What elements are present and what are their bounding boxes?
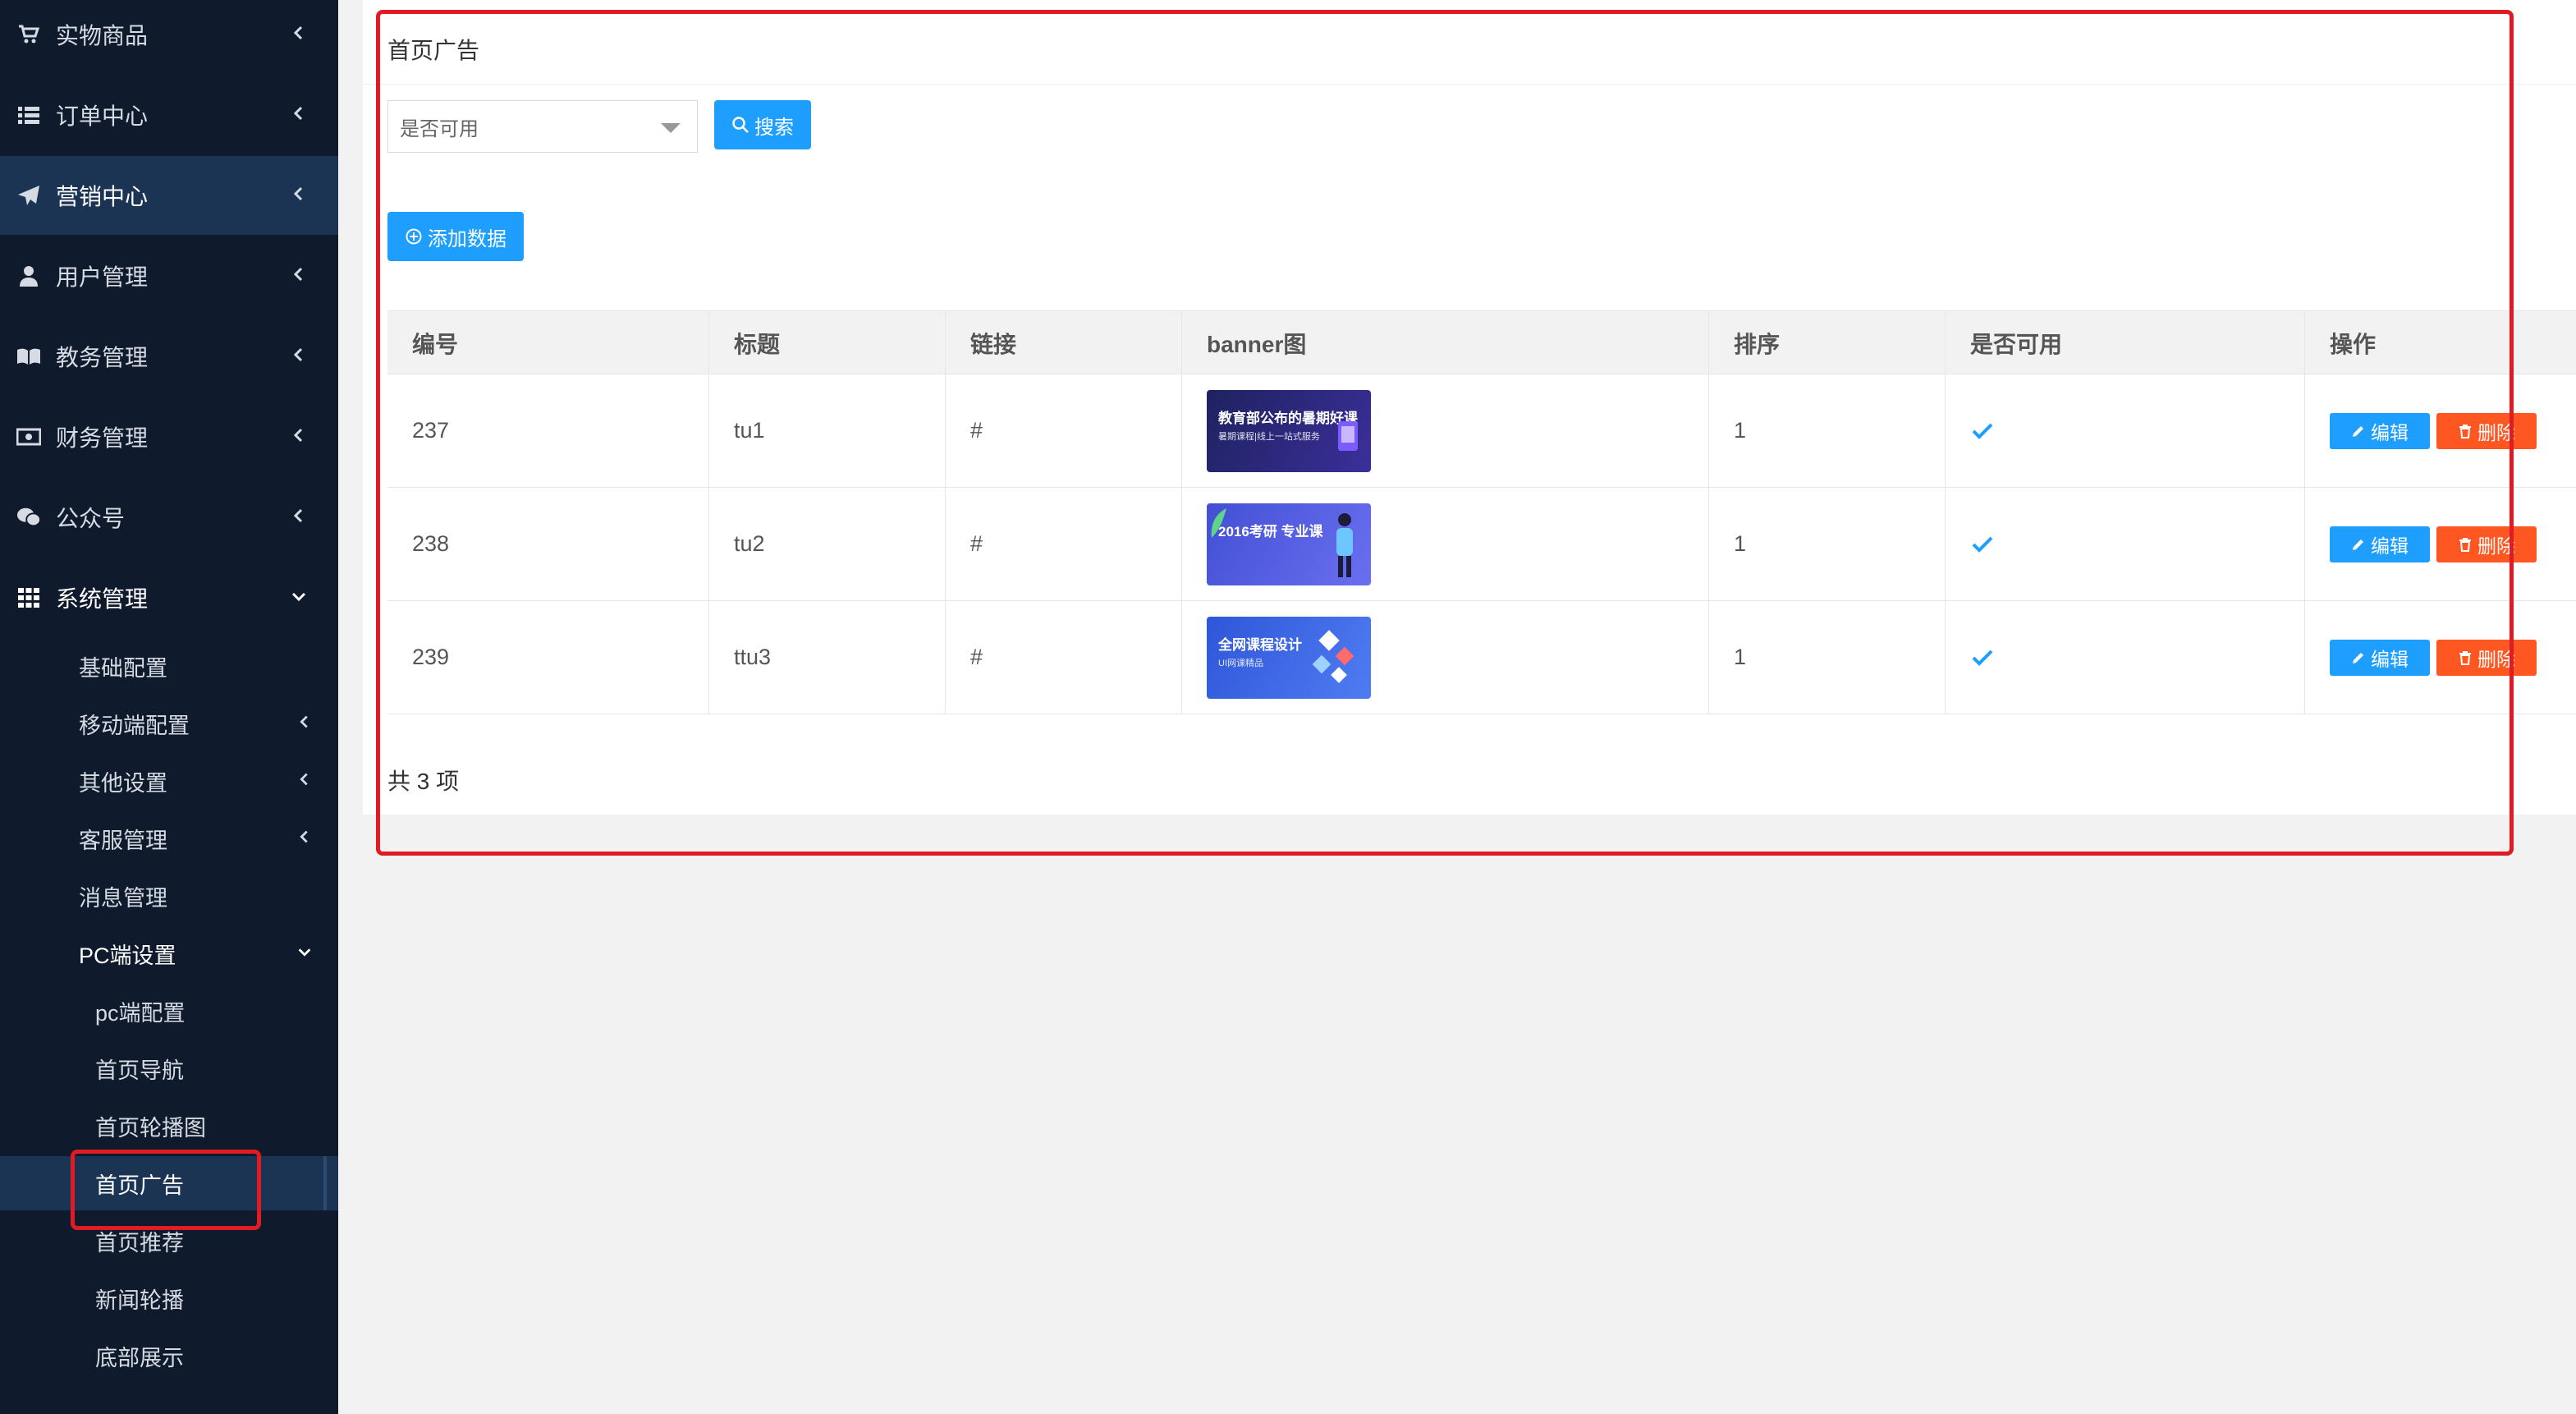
chevron-left-icon (293, 186, 303, 201)
menu-item-finance[interactable]: 财务管理 (0, 397, 338, 476)
highlight-box-sidebar (71, 1150, 261, 1230)
grid-icon (16, 585, 41, 610)
sidebar-item-pc-config[interactable]: pc端配置 (0, 984, 338, 1038)
chevron-down-icon (291, 592, 306, 602)
sub-label: pc端配置 (95, 1000, 186, 1026)
sidebar-item-basic-config[interactable]: 基础配置 (0, 639, 338, 693)
chevron-left-icon (293, 106, 303, 121)
menu-label: 营销中心 (56, 184, 149, 209)
sub-label: 首页轮播图 (95, 1115, 206, 1141)
paper-plane-icon (16, 183, 41, 208)
menu-label: 用户管理 (56, 264, 149, 290)
menu-item-academic[interactable]: 教务管理 (0, 317, 338, 396)
sidebar-item-home-nav[interactable]: 首页导航 (0, 1041, 338, 1095)
sidebar-item-customer-service[interactable]: 客服管理 (0, 811, 338, 865)
sub-label: 首页导航 (95, 1058, 184, 1083)
menu-label: 财务管理 (56, 425, 149, 451)
menu-item-system[interactable]: 系统管理 (0, 558, 338, 637)
sub-label: PC端设置 (79, 943, 176, 968)
sidebar-item-mobile-config[interactable]: 移动端配置 (0, 696, 338, 751)
menu-item-wechat[interactable]: 公众号 (0, 478, 338, 557)
menu-label: 教务管理 (56, 345, 149, 370)
money-icon (16, 425, 41, 449)
menu-label: 实物商品 (56, 23, 149, 48)
list-icon (16, 103, 41, 127)
sub-label: 移动端配置 (79, 713, 190, 738)
chevron-left-icon (300, 830, 308, 843)
wechat-icon (16, 505, 41, 530)
sub-label: 客服管理 (79, 828, 167, 853)
menu-item-products[interactable]: 实物商品 (0, 0, 338, 74)
chevron-left-icon (293, 428, 303, 443)
chevron-left-icon (293, 267, 303, 282)
menu-item-marketing[interactable]: 营销中心 (0, 156, 338, 235)
sidebar-item-pc-settings[interactable]: PC端设置 (0, 926, 338, 980)
menu-label: 订单中心 (56, 103, 149, 129)
highlight-box-main (376, 10, 2514, 856)
menu-label: 公众号 (56, 506, 126, 531)
sidebar-item-other-settings[interactable]: 其他设置 (0, 754, 338, 808)
sidebar-item-home-carousel[interactable]: 首页轮播图 (0, 1099, 338, 1153)
user-icon (16, 264, 41, 288)
sub-label: 消息管理 (79, 885, 167, 911)
chevron-down-icon (298, 948, 311, 957)
sub-label: 其他设置 (79, 770, 167, 796)
chevron-left-icon (293, 25, 303, 40)
sidebar-item-news-carousel[interactable]: 新闻轮播 (0, 1271, 338, 1325)
chevron-left-icon (300, 715, 308, 728)
menu-item-users[interactable]: 用户管理 (0, 236, 338, 315)
book-icon (16, 344, 41, 369)
sidebar-item-footer-display[interactable]: 底部展示 (0, 1329, 338, 1383)
cart-icon (16, 22, 41, 47)
menu-item-orders[interactable]: 订单中心 (0, 76, 338, 154)
chevron-left-icon (293, 347, 303, 362)
chevron-left-icon (293, 508, 303, 523)
sub-label: 基础配置 (79, 655, 167, 681)
sub-label: 底部展示 (95, 1345, 184, 1370)
chevron-left-icon (300, 773, 308, 786)
sub-label: 新闻轮播 (95, 1288, 184, 1313)
menu-label: 系统管理 (56, 586, 149, 612)
sidebar-item-messages[interactable]: 消息管理 (0, 869, 338, 923)
